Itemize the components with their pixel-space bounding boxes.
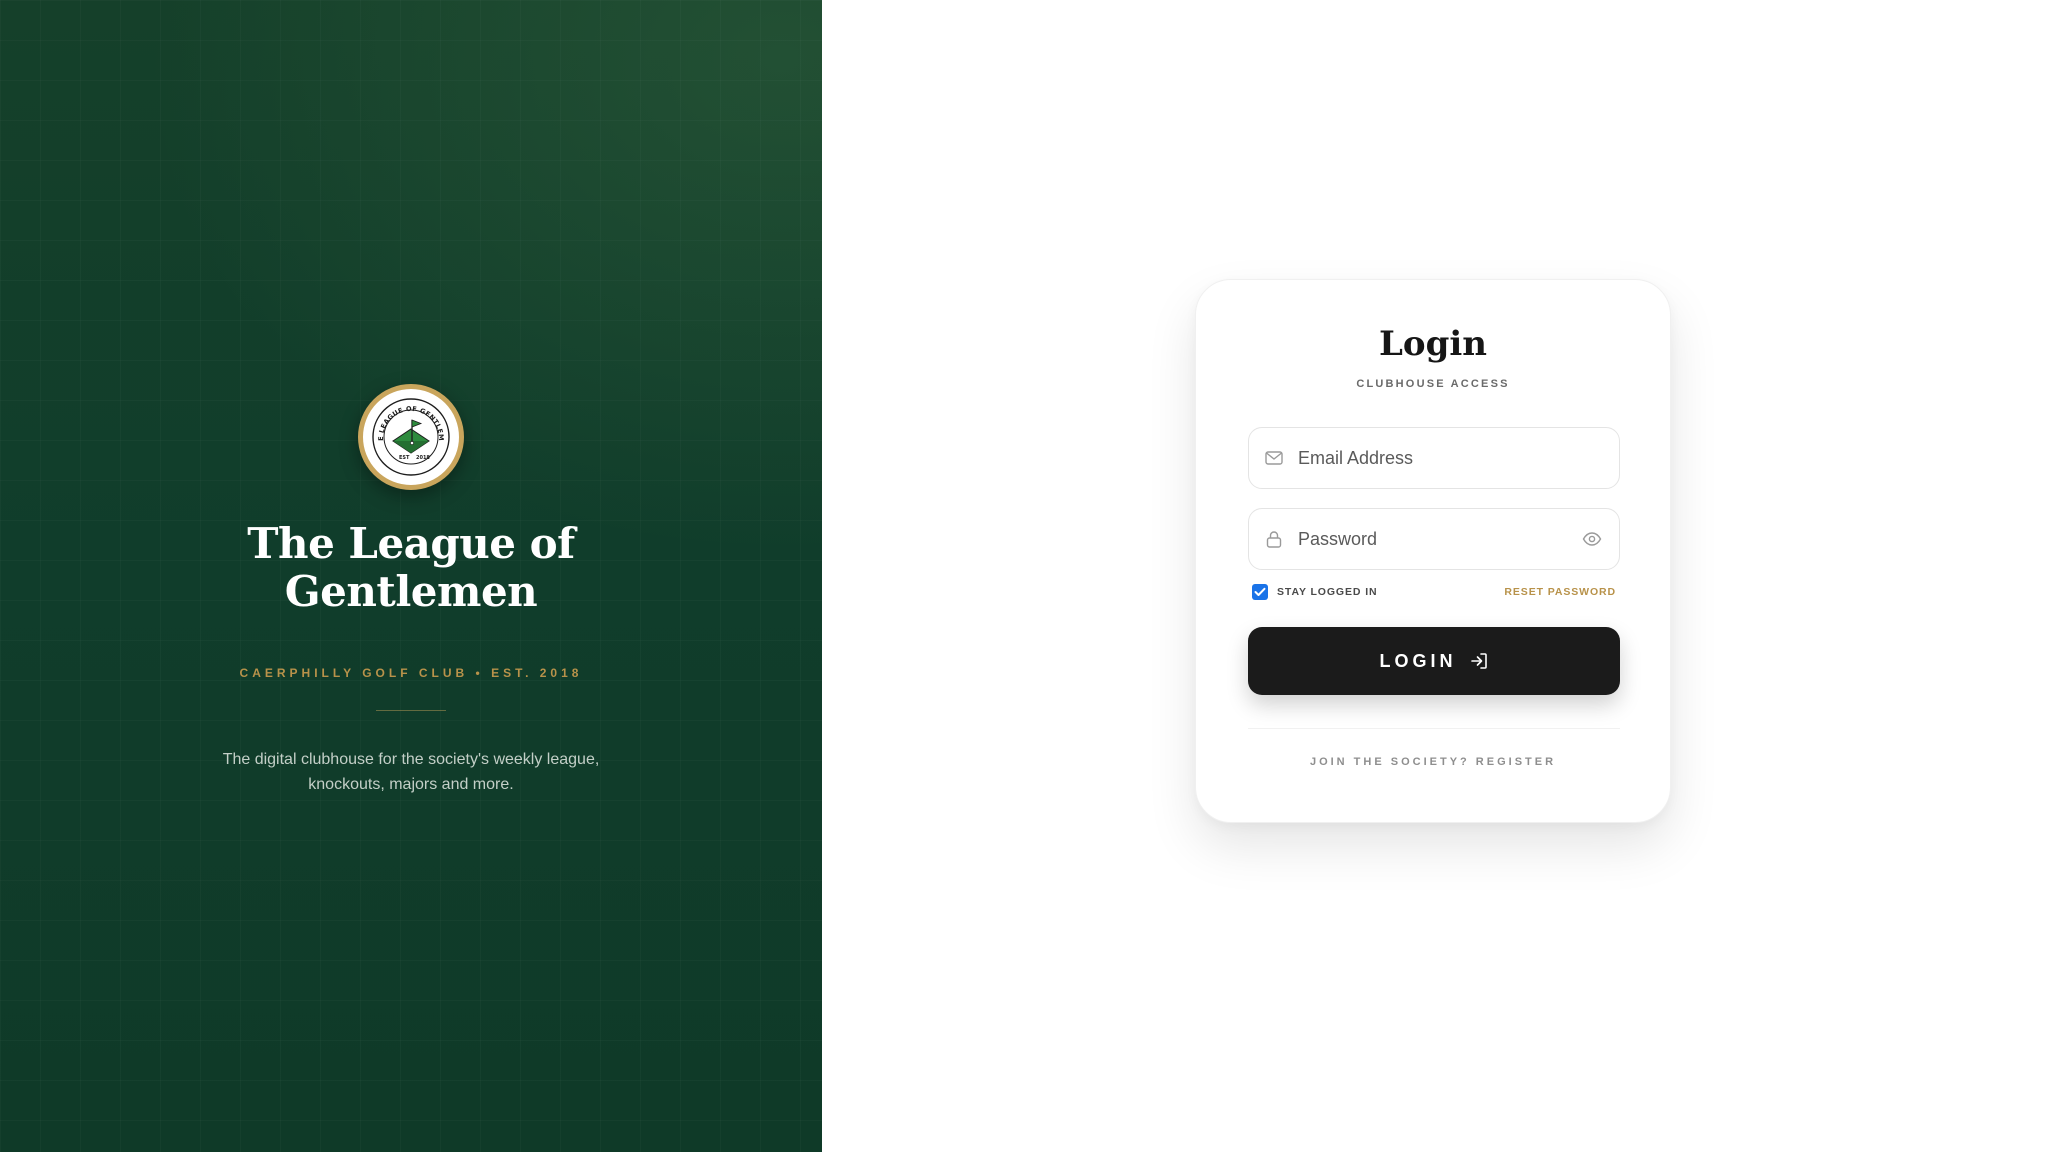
password-input[interactable] [1298, 528, 1581, 550]
login-area: Login CLUBHOUSE ACCESS Email Address STA… [822, 0, 2048, 1152]
login-card: Login CLUBHOUSE ACCESS Email Address STA… [1195, 279, 1671, 823]
stay-logged-in-option[interactable]: STAY LOGGED IN [1248, 584, 1378, 600]
brand-panel: THE LEAGUE OF GENTLEMEN EST 2018 The Lea… [0, 0, 822, 1152]
login-page: THE LEAGUE OF GENTLEMEN EST 2018 The Lea… [0, 0, 2048, 1152]
login-options-row: STAY LOGGED IN RESET PASSWORD [1248, 582, 1620, 602]
golf-crest-icon: THE LEAGUE OF GENTLEMEN EST 2018 [369, 395, 450, 476]
login-subtitle: CLUBHOUSE ACCESS [1356, 378, 1510, 390]
stay-logged-in-label: STAY LOGGED IN [1277, 586, 1378, 598]
email-input[interactable] [1298, 447, 1619, 469]
brand-tagline: The digital clubhouse for the society's … [222, 751, 600, 794]
login-title: Login [1379, 324, 1487, 364]
password-field[interactable] [1248, 508, 1620, 570]
brand-subtitle: CAERPHILLY GOLF CLUB • EST. 2018 [239, 666, 583, 681]
brand-divider [376, 710, 446, 712]
reset-password-link[interactable]: RESET PASSWORD [1504, 586, 1616, 598]
mail-icon [1264, 448, 1284, 468]
eye-icon[interactable] [1581, 528, 1603, 550]
email-field[interactable] [1248, 427, 1620, 489]
login-arrow-icon [1469, 651, 1489, 671]
card-divider [1248, 728, 1620, 729]
club-crest-logo: THE LEAGUE OF GENTLEMEN EST 2018 [358, 384, 464, 490]
svg-text:EST: EST [399, 455, 410, 461]
lock-icon [1264, 529, 1284, 549]
login-button[interactable]: LOGIN [1248, 627, 1620, 695]
check-icon [1254, 587, 1266, 596]
svg-text:2018: 2018 [416, 455, 430, 461]
register-link[interactable]: JOIN THE SOCIETY? REGISTER [1196, 756, 1670, 768]
stay-logged-in-checkbox[interactable] [1252, 584, 1268, 600]
login-button-label: LOGIN [1379, 650, 1457, 671]
brand-content: THE LEAGUE OF GENTLEMEN EST 2018 The Lea… [0, 384, 822, 813]
brand-title: The League of Gentlemen [247, 519, 575, 616]
